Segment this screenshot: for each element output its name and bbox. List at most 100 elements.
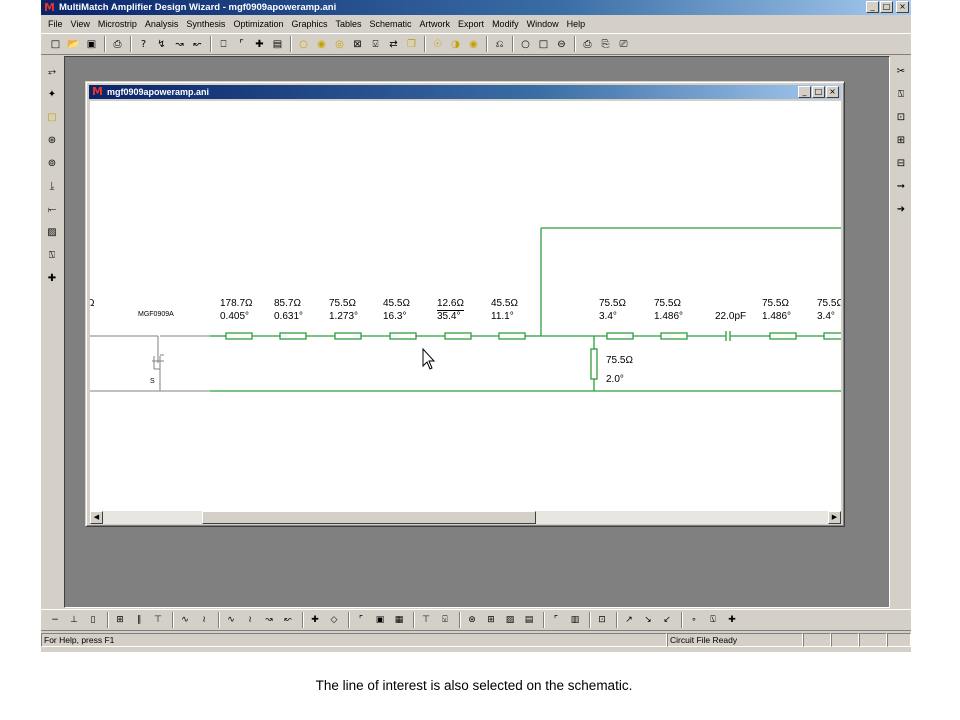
- schematic-minimize-button[interactable]: _: [798, 86, 811, 98]
- menu-help[interactable]: Help: [563, 19, 590, 29]
- menu-schematic[interactable]: Schematic: [366, 19, 416, 29]
- coupled-line-icon[interactable]: ↝: [261, 612, 277, 629]
- series-inductor-icon[interactable]: ∿: [177, 612, 193, 629]
- polar-plot-icon[interactable]: ⊖: [553, 36, 570, 53]
- element-icon[interactable]: ▤: [269, 36, 286, 53]
- menu-optimization[interactable]: Optimization: [229, 19, 287, 29]
- layers-tool-icon[interactable]: ❐: [403, 36, 420, 53]
- diamond-junction-icon[interactable]: ◇: [326, 612, 342, 629]
- input-match-icon[interactable]: ⥕: [44, 177, 61, 196]
- gain-circle-icon[interactable]: ◉: [465, 36, 482, 53]
- grid-tool-icon[interactable]: ⊠: [349, 36, 366, 53]
- add-box-icon[interactable]: ⊞: [893, 131, 910, 150]
- menu-analysis[interactable]: Analysis: [141, 19, 183, 29]
- tune-icon[interactable]: ↯: [153, 36, 170, 53]
- schematic-canvas[interactable]: Ω MGF0909A S 178.7Ω 0.405° 85.7Ω 0.631° …: [90, 101, 841, 511]
- shunt-inductor-icon[interactable]: ≀: [196, 612, 212, 629]
- attenuator-icon[interactable]: ⊡: [594, 612, 610, 629]
- box-tool-icon[interactable]: □: [44, 108, 61, 127]
- open-end-icon[interactable]: ▤: [521, 612, 537, 629]
- radial-stub-icon[interactable]: ⊛: [464, 612, 480, 629]
- cut-icon[interactable]: ✂: [893, 62, 910, 81]
- report-print-icon[interactable]: ⎚: [615, 36, 632, 53]
- menu-synthesis[interactable]: Synthesis: [182, 19, 229, 29]
- select-tool-icon[interactable]: ⎕: [215, 36, 232, 53]
- scroll-right-icon[interactable]: ▶: [828, 511, 841, 524]
- output-match-icon[interactable]: ⥖: [44, 200, 61, 219]
- series-line-icon[interactable]: −: [47, 612, 63, 629]
- open-folder-icon[interactable]: 📂: [65, 36, 82, 53]
- bend-line-icon[interactable]: ⌜: [353, 612, 369, 629]
- menu-export[interactable]: Export: [454, 19, 488, 29]
- stability-circle-icon[interactable]: ◑: [447, 36, 464, 53]
- pulse-icon[interactable]: ⎌: [491, 36, 508, 53]
- coupled-alt-icon[interactable]: ↜: [280, 612, 296, 629]
- open-stub-icon[interactable]: ▯: [85, 612, 101, 629]
- diagonal-alt-icon[interactable]: ↘: [640, 612, 656, 629]
- minimize-button[interactable]: _: [866, 1, 879, 13]
- cross-junction-icon[interactable]: ✚: [307, 612, 323, 629]
- menu-window[interactable]: Window: [523, 19, 563, 29]
- shunt-resistor-icon[interactable]: ≀: [242, 612, 258, 629]
- short-icon[interactable]: ▥: [567, 612, 583, 629]
- sweep-icon[interactable]: ↝: [171, 36, 188, 53]
- menu-artwork[interactable]: Artwork: [416, 19, 455, 29]
- report-icon[interactable]: ⎙: [579, 36, 596, 53]
- menu-graphics[interactable]: Graphics: [287, 19, 331, 29]
- wire-icon[interactable]: ⌜: [548, 612, 564, 629]
- selected-transmission-line[interactable]: [210, 227, 841, 392]
- analyze-icon[interactable]: ↜: [189, 36, 206, 53]
- frame-tool-icon[interactable]: ▨: [44, 223, 61, 242]
- menu-tables[interactable]: Tables: [331, 19, 365, 29]
- port-right-icon[interactable]: ➞: [893, 177, 910, 196]
- gap-icon[interactable]: ⍌: [437, 612, 453, 629]
- tee-icon[interactable]: ✚: [251, 36, 268, 53]
- swap-tool-icon[interactable]: ⇄: [385, 36, 402, 53]
- port-left-icon[interactable]: ➜: [893, 200, 910, 219]
- ring-tool-icon[interactable]: ◎: [331, 36, 348, 53]
- maximize-button[interactable]: □: [880, 1, 893, 13]
- junction-cross-icon[interactable]: ✚: [724, 612, 740, 629]
- schematic-close-button[interactable]: ×: [826, 86, 839, 98]
- close-button[interactable]: ×: [896, 1, 909, 13]
- series-element-icon[interactable]: ✦: [44, 85, 61, 104]
- help-icon[interactable]: ?: [135, 36, 152, 53]
- taper-icon[interactable]: ▨: [502, 612, 518, 629]
- new-file-icon[interactable]: □: [47, 36, 64, 53]
- menu-microstrip[interactable]: Microstrip: [94, 19, 141, 29]
- print-icon[interactable]: ⎙: [109, 36, 126, 53]
- step-icon[interactable]: ▦: [391, 612, 407, 629]
- ground-symbol-icon[interactable]: ⍂: [705, 612, 721, 629]
- box-dot-icon[interactable]: ⊡: [893, 108, 910, 127]
- menu-file[interactable]: File: [44, 19, 67, 29]
- cross-tool-icon[interactable]: ✚: [44, 269, 61, 288]
- tee-junction-icon[interactable]: ⊤: [418, 612, 434, 629]
- port-input-icon[interactable]: ⥅: [44, 62, 61, 81]
- cross-stub-icon[interactable]: ⊞: [483, 612, 499, 629]
- series-cap-icon[interactable]: ∥: [131, 612, 147, 629]
- rect-plot-icon[interactable]: □: [535, 36, 552, 53]
- shunt-stub-icon[interactable]: ⊥: [66, 612, 82, 629]
- horizontal-scrollbar[interactable]: ◀ ▶: [90, 511, 841, 524]
- via-icon[interactable]: ▣: [372, 612, 388, 629]
- menu-view[interactable]: View: [67, 19, 94, 29]
- gamma-tool-icon[interactable]: ◉: [313, 36, 330, 53]
- shunt-cap-icon[interactable]: ⊤: [150, 612, 166, 629]
- menu-modify[interactable]: Modify: [488, 19, 523, 29]
- diagonal-down-icon[interactable]: ↙: [659, 612, 675, 629]
- bend-icon[interactable]: ⌜: [233, 36, 250, 53]
- ground-icon[interactable]: ⍂: [893, 85, 910, 104]
- circulator-alt-icon[interactable]: ⊚: [44, 154, 61, 173]
- scroll-thumb[interactable]: [202, 511, 536, 524]
- subtract-box-icon[interactable]: ⊟: [893, 154, 910, 173]
- report-table-icon[interactable]: ⎘: [597, 36, 614, 53]
- circle-tool-icon[interactable]: ○: [295, 36, 312, 53]
- element-5-impedance[interactable]: 12.6Ω: [437, 298, 464, 311]
- save-icon[interactable]: ▣: [83, 36, 100, 53]
- node-icon[interactable]: ∘: [686, 612, 702, 629]
- scroll-left-icon[interactable]: ◀: [90, 511, 103, 524]
- circulator-icon[interactable]: ⊛: [44, 131, 61, 150]
- chip-tool-icon[interactable]: ⍌: [367, 36, 384, 53]
- series-box-icon[interactable]: ⊞: [112, 612, 128, 629]
- diagonal-up-icon[interactable]: ↗: [621, 612, 637, 629]
